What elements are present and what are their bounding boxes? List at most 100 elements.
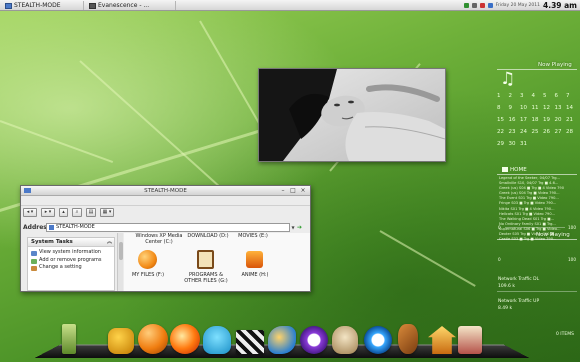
calendar-day[interactable]: 21 <box>566 117 573 123</box>
task-label: Change a setting <box>39 264 82 271</box>
volume-icon[interactable] <box>471 3 477 8</box>
calendar-day[interactable]: 14 <box>566 105 573 111</box>
octopus-icon[interactable] <box>203 326 231 354</box>
clapperboard-icon[interactable] <box>236 330 264 354</box>
pagoda-icon[interactable] <box>428 326 456 354</box>
up-button[interactable]: ▴ <box>59 208 68 217</box>
drive-e[interactable]: MOVIES (E:) <box>232 233 274 239</box>
calendar-day[interactable]: 19 <box>543 117 550 123</box>
calendar-day[interactable]: 7 <box>566 93 570 99</box>
search-button[interactable]: ⌕ <box>72 208 82 217</box>
task-label: Add or remove programs <box>39 256 102 263</box>
fire-drive-icon[interactable] <box>246 251 263 268</box>
network-icon[interactable] <box>463 3 469 8</box>
back-button[interactable]: ◂ ▾ <box>23 208 37 217</box>
orange-drive-icon[interactable] <box>138 250 157 269</box>
recycle-bin-icon[interactable] <box>458 326 482 354</box>
calendar-day[interactable]: 8 <box>497 105 501 111</box>
calendar-day[interactable]: 26 <box>543 129 550 135</box>
folders-button[interactable]: ▤ <box>86 208 96 217</box>
calendar-day[interactable]: 18 <box>532 117 539 123</box>
calendar-day[interactable]: 10 <box>520 105 527 111</box>
task-add-remove-programs[interactable]: Add or remove programs <box>28 257 114 265</box>
close-icon[interactable]: × <box>299 187 307 194</box>
calendar-day[interactable]: 1 <box>497 93 501 99</box>
system-tasks-title: System Tasks <box>31 239 73 245</box>
taskbar-window-explorer[interactable]: STEALTH-MODE <box>2 1 84 10</box>
calendar-day[interactable]: 3 <box>520 93 524 99</box>
widget-divider <box>497 174 577 175</box>
taskbar: STEALTH-MODE Evanescence - ... Friday 20… <box>0 0 580 11</box>
tray-clock[interactable]: 4.39 am <box>543 1 577 10</box>
calendar-day[interactable]: 2 <box>509 93 513 99</box>
home-label[interactable]: HOME <box>510 167 527 173</box>
calendar-day[interactable]: 31 <box>520 141 527 147</box>
task-view-system-info[interactable]: View system information <box>28 249 114 257</box>
maximize-icon[interactable]: □ <box>289 187 297 194</box>
folder-window-icon <box>24 188 31 193</box>
calendar-day[interactable]: 20 <box>555 117 562 123</box>
now-playing-artwork[interactable] <box>258 68 446 162</box>
drive-c[interactable]: Windows XP Media Center (C:) <box>130 233 188 245</box>
network-dl-label: Network Traffic DL <box>498 277 540 282</box>
music-note-icon[interactable]: ♫ <box>500 71 515 88</box>
calendar-day[interactable]: 24 <box>520 129 527 135</box>
calendar-day[interactable]: 12 <box>543 105 550 111</box>
now-playing-title-2: Now Playing <box>536 232 570 238</box>
calendar-day[interactable]: 5 <box>543 93 547 99</box>
taskbar-window-media[interactable]: Evanescence - ... <box>86 1 176 10</box>
guitar-icon[interactable] <box>398 324 418 354</box>
billiard-ball-icon[interactable] <box>138 324 168 354</box>
fireball-icon[interactable] <box>170 324 200 354</box>
calendar-day[interactable]: 4 <box>532 93 536 99</box>
info-icon <box>31 251 37 256</box>
calendar-day[interactable]: 27 <box>555 129 562 135</box>
calendar-day[interactable]: 16 <box>509 117 516 123</box>
purple-ring-icon[interactable] <box>300 326 328 354</box>
collapse-icon[interactable]: ︽ <box>107 238 112 247</box>
calendar-day[interactable]: 23 <box>509 129 516 135</box>
tray-date: Friday 20 May 2011 <box>495 3 540 8</box>
bamboo-lamp-icon[interactable] <box>62 324 76 354</box>
system-tasks-header[interactable]: System Tasks ︽ <box>28 238 114 247</box>
calendar-day[interactable]: 6 <box>555 93 559 99</box>
taskbar-window-label: STEALTH-MODE <box>14 2 61 9</box>
drive-h[interactable]: ANIME (H:) <box>236 272 274 278</box>
task-change-setting[interactable]: Change a setting <box>28 264 114 272</box>
bird-icon[interactable] <box>268 326 296 354</box>
dock <box>0 314 580 362</box>
calendar-day[interactable]: 29 <box>497 141 504 147</box>
left-pane-scrollbar[interactable] <box>117 233 123 291</box>
drive-f[interactable]: MY FILES (F:) <box>128 272 168 278</box>
update-icon[interactable] <box>487 3 493 8</box>
calendar-day[interactable]: 15 <box>497 117 504 123</box>
chevron-down-icon[interactable]: ▼ <box>290 223 296 232</box>
views-button[interactable]: ▦ ▾ <box>100 208 114 217</box>
transformer-helmet-icon[interactable] <box>108 328 134 354</box>
task-label: View system information <box>39 249 101 255</box>
calendar-day[interactable]: 28 <box>566 129 573 135</box>
drive-d[interactable]: DOWNLOAD (D:) <box>184 233 232 239</box>
calendar-day[interactable]: 17 <box>520 117 527 123</box>
now-playing-title: Now Playing <box>538 62 572 68</box>
calendar-day[interactable]: 11 <box>532 105 539 111</box>
minimize-icon[interactable]: – <box>279 187 287 194</box>
calendar-day[interactable]: 25 <box>532 129 539 135</box>
calendar-day[interactable]: 22 <box>497 129 504 135</box>
battery-icon[interactable] <box>479 3 485 8</box>
blue-ring-icon[interactable] <box>364 326 392 354</box>
calendar-day[interactable]: 9 <box>509 105 513 111</box>
forward-button[interactable]: ▸ ▾ <box>41 208 55 217</box>
window-titlebar[interactable]: STEALTH-MODE – □ × <box>21 186 310 196</box>
calendar-day[interactable]: 30 <box>509 141 516 147</box>
scroll-drive-icon[interactable] <box>197 250 214 269</box>
calendar-day[interactable]: 13 <box>555 105 562 111</box>
network-dl-value: 109.6 k <box>498 284 515 289</box>
drive-g[interactable]: PROGRAMS & OTHER FILES (G:) <box>180 272 232 284</box>
scale-max: 100 <box>568 225 576 230</box>
skull-icon[interactable] <box>332 326 358 354</box>
address-input[interactable]: STEALTH-MODE <box>46 223 290 232</box>
widget-divider <box>497 291 577 292</box>
scrollbar-thumb[interactable] <box>119 242 123 260</box>
control-panel-icon <box>31 266 37 272</box>
